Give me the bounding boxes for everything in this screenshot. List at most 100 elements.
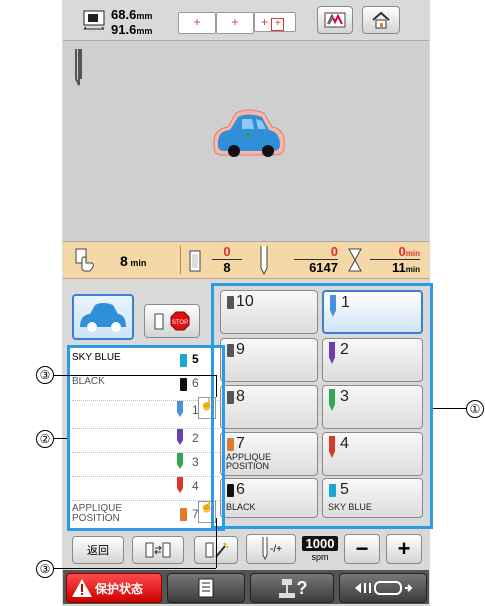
stop-icon: STOP — [154, 311, 190, 331]
speed-value: 1000 — [302, 536, 338, 551]
size-icon — [83, 10, 105, 32]
spool-icon — [329, 483, 336, 498]
needle-number: 6 — [236, 481, 245, 498]
color-counter: 0 8 — [212, 244, 242, 275]
speed-increase-button[interactable]: + — [386, 534, 422, 564]
needle-icon — [260, 246, 268, 276]
stitch-counter: 0 6147 — [294, 244, 338, 275]
home-icon — [372, 11, 390, 29]
needle-bar-5[interactable]: 5 SKY BLUE — [322, 478, 423, 518]
time-to-stop-icon — [75, 248, 94, 272]
callout-3a: ③ — [36, 366, 54, 384]
thread-list-highlight — [67, 345, 225, 531]
home-button[interactable] — [362, 6, 400, 34]
frame-move-icon — [355, 581, 413, 595]
callout-3a-line — [54, 375, 216, 377]
callout-2: ② — [36, 430, 54, 448]
needle-color-icon — [329, 389, 335, 411]
needle-number: 10 — [236, 293, 254, 310]
needle-bar-6[interactable]: 6 BLACK — [220, 478, 318, 518]
needle-bar-8[interactable]: 8 — [220, 385, 318, 429]
spool-icon — [227, 343, 234, 358]
spool-icon — [227, 295, 234, 310]
time-current-unit: min — [405, 249, 420, 258]
plus-label: + — [397, 536, 411, 561]
color-palette-button[interactable] — [317, 6, 353, 34]
embroidery-preview — [63, 40, 429, 242]
hourglass-icon — [348, 248, 362, 272]
lock-status-button[interactable]: 保护状态 — [66, 573, 162, 603]
needle-thread-name: BLACK — [226, 502, 256, 512]
needle-bar-7[interactable]: 7 APPLIQUE POSITION — [220, 432, 318, 476]
needle-step-label: -/+ — [270, 543, 282, 555]
callout-3b: ③ — [36, 560, 54, 578]
needle-number: 7 — [236, 435, 245, 452]
needle-thread-name: APPLIQUE POSITION — [226, 452, 272, 471]
divider — [180, 246, 181, 274]
needle-number: 1 — [341, 294, 350, 311]
width-value: 68.6 — [111, 7, 137, 22]
needle-bar-4[interactable]: 4 — [322, 432, 423, 476]
time-counter: 0min 11min — [370, 244, 420, 275]
color-current: 0 — [212, 244, 242, 260]
thread-spool-icon — [189, 250, 201, 272]
needle-color-icon — [329, 342, 335, 364]
frame-indicator: + + + + — [178, 8, 298, 34]
needle-bar-3[interactable]: 3 — [322, 385, 423, 429]
color-palette-icon — [324, 12, 346, 28]
frame-icon-small: + — [178, 12, 216, 34]
callout-1-line — [433, 408, 467, 410]
color-total: 8 — [223, 260, 231, 275]
width-readout: 68.6mm — [111, 7, 152, 22]
callout-3b-line — [54, 568, 216, 570]
remaining-time-value: 8 — [120, 253, 128, 269]
needle-bar-10[interactable]: 10 — [220, 290, 318, 334]
swap-icon — [145, 542, 171, 558]
stop-color-button[interactable]: STOP — [144, 304, 200, 338]
spool-icon — [227, 390, 234, 405]
warning-icon — [72, 579, 92, 597]
speed-readout: 1000 spm — [302, 536, 338, 562]
back-button-label: 返回 — [87, 545, 109, 557]
needle-number: 4 — [340, 435, 349, 452]
frame-icon-medium: + — [216, 12, 254, 34]
settings-list-button[interactable] — [167, 573, 245, 603]
swap-thread-button[interactable] — [132, 536, 184, 564]
callout-3b-rise — [216, 518, 218, 568]
width-unit: mm — [136, 11, 153, 21]
stitch-current: 0 — [294, 244, 338, 260]
car-thumbnail-icon — [80, 303, 126, 332]
remaining-time-unit: min — [130, 258, 147, 268]
height-readout: 91.6mm — [111, 22, 152, 37]
frame-icon-large: + + — [254, 12, 296, 32]
lock-status-label: 保护状态 — [95, 581, 144, 596]
spool-icon — [227, 483, 234, 498]
needle-bar-9[interactable]: 9 — [220, 338, 318, 382]
back-button[interactable]: 返回 — [72, 536, 124, 564]
height-unit: mm — [136, 26, 153, 36]
time-current: 0 — [398, 244, 406, 259]
callout-3a-drop — [216, 375, 218, 397]
minus-label: − — [355, 536, 369, 561]
speed-decrease-button[interactable]: − — [344, 534, 380, 564]
needle-color-icon — [330, 295, 336, 317]
car-design-icon — [213, 109, 285, 157]
needle-bar-2[interactable]: 2 — [322, 338, 423, 382]
height-value: 91.6 — [111, 22, 137, 37]
help-button[interactable]: ? — [250, 573, 334, 603]
design-thumbnail-button[interactable] — [72, 294, 134, 340]
needle-number: 2 — [340, 341, 349, 358]
remaining-time: 8 min — [120, 253, 146, 269]
needle-position-icon — [75, 49, 82, 86]
spool-icon — [227, 437, 234, 452]
checklist-icon — [198, 578, 214, 598]
needle-bar-1[interactable]: 1 — [322, 290, 423, 334]
stitch-total: 6147 — [309, 260, 338, 275]
help-label: ? — [296, 577, 308, 598]
needle-step-button[interactable]: -/+ — [246, 534, 296, 564]
frame-move-button[interactable] — [339, 573, 427, 603]
time-total-unit: min — [405, 265, 420, 274]
needle-number: 8 — [236, 388, 245, 405]
callout-2-line — [54, 438, 67, 440]
time-total: 11 — [392, 260, 406, 275]
